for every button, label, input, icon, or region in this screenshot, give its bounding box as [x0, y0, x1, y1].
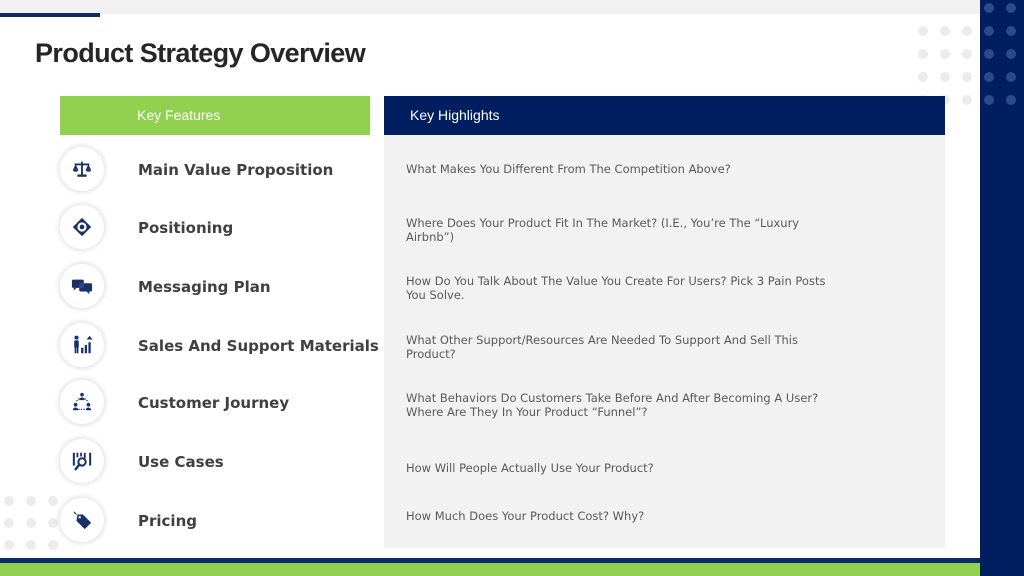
feature-row-pricing: Pricing — [60, 498, 390, 544]
feature-label: Messaging Plan — [138, 278, 271, 296]
top-band — [0, 0, 980, 14]
growth-chart-person-icon — [60, 323, 104, 367]
highlight-text: How Do You Talk About The Value You Crea… — [406, 274, 826, 302]
highlight-text: How Will People Actually Use Your Produc… — [406, 461, 654, 475]
feature-label: Main Value Proposition — [138, 161, 334, 179]
price-tag-icon — [60, 498, 104, 542]
magnifier-chart-icon — [60, 439, 104, 483]
feature-row-messaging-plan: Messaging Plan — [60, 264, 390, 310]
right-accent-bar — [980, 0, 1024, 576]
feature-row-main-value-proposition: Main Value Proposition — [60, 147, 390, 193]
key-highlights-header: Key Highlights — [384, 96, 945, 135]
chat-bubbles-icon — [60, 264, 104, 308]
slide-title: Product Strategy Overview — [35, 38, 366, 68]
feature-row-positioning: Positioning — [60, 205, 390, 251]
feature-row-sales-and-support-materials: Sales And Support Materials — [60, 323, 390, 369]
highlight-text: Where Does Your Product Fit In The Marke… — [406, 216, 800, 244]
highlight-text: How Much Does Your Product Cost? Why? — [406, 509, 645, 523]
top-accent-line — [0, 13, 100, 17]
highlight-text: What Other Support/Resources Are Needed … — [406, 333, 798, 361]
feature-label: Sales And Support Materials — [138, 337, 379, 355]
target-icon — [60, 205, 104, 249]
feature-label: Positioning — [138, 219, 234, 237]
scales-icon — [60, 147, 104, 191]
highlight-text: What Makes You Different From The Compet… — [406, 162, 731, 176]
feature-row-use-cases: Use Cases — [60, 439, 390, 485]
people-network-icon — [60, 380, 104, 424]
feature-row-customer-journey: Customer Journey — [60, 380, 390, 426]
feature-label: Use Cases — [138, 453, 224, 471]
key-features-header: Key Features — [60, 96, 370, 135]
highlight-text: What Behaviors Do Customers Take Before … — [406, 391, 819, 419]
feature-label: Customer Journey — [138, 394, 290, 412]
feature-label: Pricing — [138, 512, 197, 530]
bottom-green-band — [0, 563, 980, 576]
